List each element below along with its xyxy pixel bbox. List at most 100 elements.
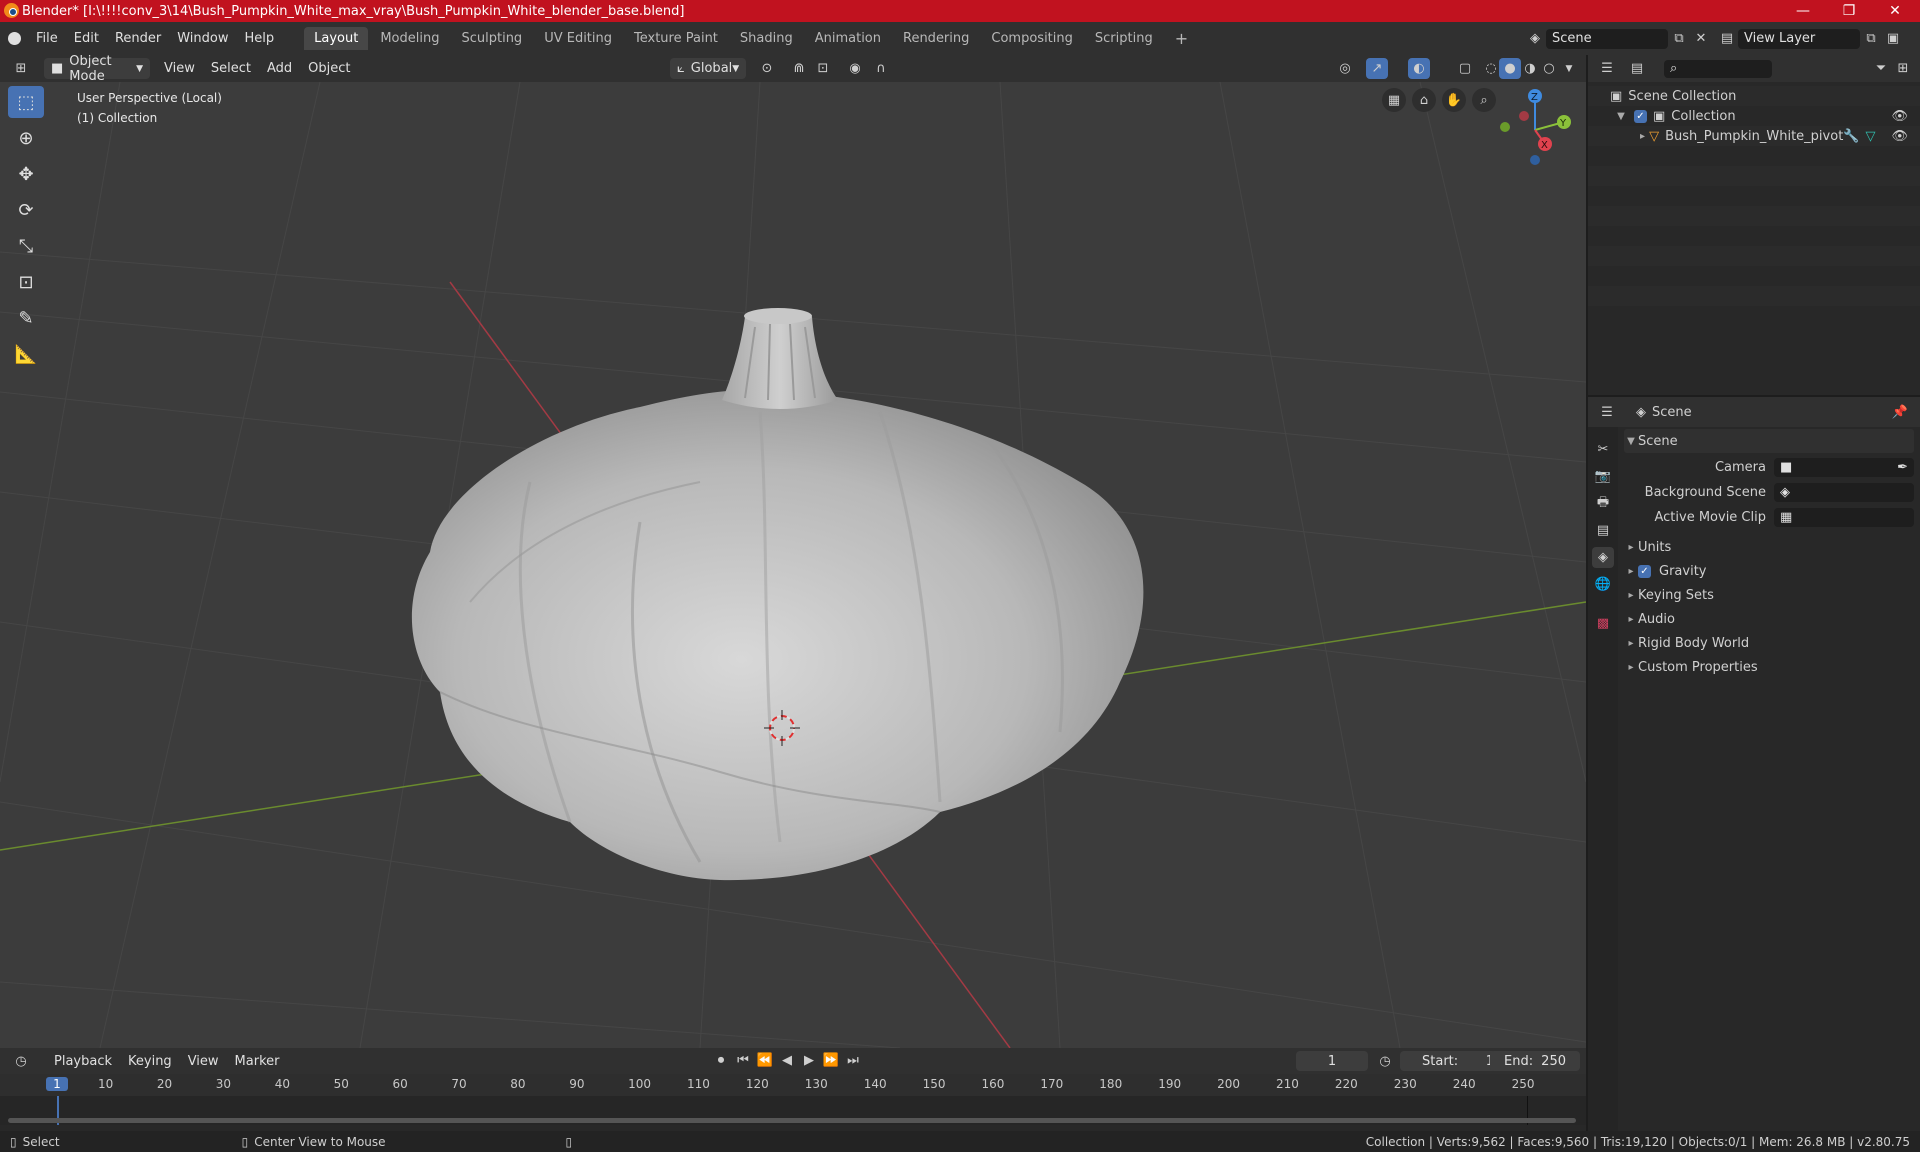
- custom-properties-panel[interactable]: ▸ Custom Properties: [1624, 655, 1914, 679]
- prev-keyframe-icon[interactable]: ⏪: [754, 1050, 776, 1071]
- expand-arrow-icon[interactable]: ▸: [1636, 131, 1649, 142]
- navigation-gizmo[interactable]: Z Y X: [1490, 82, 1580, 172]
- timeline-track-area[interactable]: [0, 1096, 1586, 1125]
- tab-uv-editing[interactable]: UV Editing: [534, 27, 622, 50]
- eye-icon[interactable]: 👁: [1891, 129, 1908, 144]
- xray-icon[interactable]: ▢: [1454, 58, 1476, 79]
- display-mode-icon[interactable]: ▤: [1626, 58, 1648, 79]
- exclude-checkbox[interactable]: ✓: [1634, 109, 1647, 123]
- select-box-tool[interactable]: ⬚: [8, 86, 44, 118]
- cursor-tool[interactable]: ⊕: [8, 122, 44, 154]
- scale-tool[interactable]: ⤡: [8, 230, 44, 262]
- menu-timeline-view[interactable]: View: [180, 1054, 227, 1069]
- view-layer-browse-icon[interactable]: ▤: [1716, 28, 1738, 49]
- add-workspace-button[interactable]: +: [1165, 25, 1198, 52]
- render-tab-icon[interactable]: 📷: [1592, 466, 1614, 487]
- world-tab-icon[interactable]: 🌐: [1592, 574, 1614, 595]
- jump-end-icon[interactable]: ⏭: [842, 1050, 864, 1071]
- tab-sculpting[interactable]: Sculpting: [451, 27, 532, 50]
- next-keyframe-icon[interactable]: ⏩: [820, 1050, 842, 1071]
- menu-keying[interactable]: Keying: [120, 1054, 180, 1069]
- new-view-layer-icon[interactable]: ⧉: [1860, 28, 1882, 49]
- annotate-tool[interactable]: ✎: [8, 302, 44, 334]
- frame-ruler[interactable]: 1 10 20 30 40 50 60 70 80 90 100 110 120 130 140 150 160…: [0, 1074, 1586, 1096]
- tool-tab-icon[interactable]: ✂: [1592, 439, 1614, 460]
- pumpkin-mesh[interactable]: [411, 308, 1144, 881]
- outliner-row-scene-collection[interactable]: ▣ Scene Collection: [1588, 86, 1920, 106]
- toggle-grid-icon[interactable]: ▦: [1382, 88, 1406, 112]
- units-panel[interactable]: ▸ Units: [1624, 535, 1914, 559]
- tab-compositing[interactable]: Compositing: [981, 27, 1083, 50]
- texture-tab-icon[interactable]: ▩: [1592, 613, 1614, 634]
- eye-icon[interactable]: 👁: [1891, 109, 1908, 124]
- measure-tool[interactable]: 📐: [8, 338, 44, 370]
- rotate-tool[interactable]: ⟳: [8, 194, 44, 226]
- transform-tool[interactable]: ⊡: [8, 266, 44, 298]
- maximize-button[interactable]: ❐: [1826, 0, 1872, 22]
- keying-sets-panel[interactable]: ▸ Keying Sets: [1624, 583, 1914, 607]
- move-tool[interactable]: ✥: [8, 158, 44, 190]
- menu-select[interactable]: Select: [203, 61, 259, 76]
- background-scene-field[interactable]: ◈: [1774, 482, 1914, 502]
- scene-browse-icon[interactable]: ◈: [1524, 28, 1546, 49]
- menu-edit[interactable]: Edit: [66, 31, 107, 46]
- modifier-wrench-icon[interactable]: 🔧: [1843, 129, 1859, 144]
- blender-menu-icon[interactable]: [0, 32, 28, 45]
- view-layer-field[interactable]: View Layer: [1738, 28, 1860, 49]
- 3d-viewport[interactable]: User Perspective (Local) (1) Collection …: [0, 82, 1586, 1048]
- menu-file[interactable]: File: [28, 31, 66, 46]
- preview-range-icon[interactable]: ◷: [1374, 1051, 1396, 1072]
- filter-icon[interactable]: ⏷: [1870, 58, 1892, 79]
- menu-object[interactable]: Object: [300, 61, 358, 76]
- editor-type-icon[interactable]: ⊞: [10, 58, 32, 79]
- outliner-search-input[interactable]: ⌕: [1664, 59, 1772, 78]
- tab-rendering[interactable]: Rendering: [893, 27, 979, 50]
- transform-orientation-dropdown[interactable]: ⟀ Global ▼: [670, 58, 746, 79]
- tab-layout[interactable]: Layout: [304, 27, 369, 50]
- visibility-icon[interactable]: ◎: [1334, 58, 1356, 79]
- active-movie-clip-field[interactable]: ▦: [1774, 507, 1914, 527]
- shading-options-icon[interactable]: ▼: [1558, 58, 1580, 79]
- solid-shading-icon[interactable]: ●: [1499, 58, 1521, 79]
- snap-target-icon[interactable]: ⊡: [812, 58, 834, 79]
- mode-dropdown[interactable]: ■ Object Mode ▼: [44, 54, 150, 84]
- pin-icon[interactable]: 📌: [1892, 405, 1908, 420]
- scene-name-field[interactable]: Scene: [1546, 28, 1668, 49]
- menu-window[interactable]: Window: [169, 31, 236, 46]
- output-tab-icon[interactable]: 🖶: [1592, 493, 1614, 514]
- scene-section-header[interactable]: ▼ Scene: [1624, 429, 1914, 453]
- eyedropper-icon[interactable]: ✒: [1897, 460, 1908, 475]
- gravity-panel[interactable]: ▸ ✓ Gravity: [1624, 559, 1914, 583]
- menu-playback[interactable]: Playback: [46, 1054, 120, 1069]
- tab-modeling[interactable]: Modeling: [370, 27, 449, 50]
- view-layer-tab-icon[interactable]: ▤: [1592, 520, 1614, 541]
- tab-scripting[interactable]: Scripting: [1085, 27, 1163, 50]
- timeline-editor-type-icon[interactable]: ◷: [10, 1051, 32, 1072]
- menu-marker[interactable]: Marker: [227, 1054, 288, 1069]
- outliner-editor-type-icon[interactable]: ☰: [1596, 58, 1618, 79]
- delete-scene-icon[interactable]: ✕: [1690, 28, 1712, 49]
- mesh-data-icon[interactable]: ▽: [1865, 129, 1875, 144]
- audio-panel[interactable]: ▸ Audio: [1624, 607, 1914, 631]
- new-collection-icon[interactable]: ⊞: [1892, 58, 1914, 79]
- outliner-row-object[interactable]: ▸ ▽ Bush_Pumpkin_White_pivot 🔧 ▽ 👁: [1588, 126, 1920, 146]
- end-frame-field[interactable]: End: 250: [1490, 1051, 1580, 1071]
- tab-animation[interactable]: Animation: [805, 27, 891, 50]
- menu-add[interactable]: Add: [259, 61, 300, 76]
- play-reverse-icon[interactable]: ◀: [776, 1050, 798, 1071]
- expand-arrow-icon[interactable]: ▼: [1614, 111, 1628, 122]
- current-frame-field[interactable]: 1: [1296, 1051, 1368, 1071]
- outliner-row-collection[interactable]: ▼ ✓ ▣ Collection 👁: [1588, 106, 1920, 126]
- tab-texture-paint[interactable]: Texture Paint: [624, 27, 728, 50]
- timeline-scrollbar[interactable]: [8, 1118, 1576, 1123]
- close-button[interactable]: ✕: [1872, 0, 1918, 22]
- proportional-edit-icon[interactable]: ◉: [844, 58, 866, 79]
- camera-view-icon[interactable]: ⌂: [1412, 88, 1436, 112]
- gravity-checkbox[interactable]: ✓: [1638, 564, 1651, 578]
- jump-start-icon[interactable]: ⏮: [732, 1050, 754, 1071]
- snap-icon[interactable]: ⋒: [788, 58, 810, 79]
- new-scene-icon[interactable]: ⧉: [1668, 28, 1690, 49]
- camera-field[interactable]: ■ ✒: [1774, 457, 1914, 477]
- rendered-shading-icon[interactable]: ○: [1538, 58, 1560, 79]
- gizmo-toggle-icon[interactable]: ↗: [1366, 58, 1388, 79]
